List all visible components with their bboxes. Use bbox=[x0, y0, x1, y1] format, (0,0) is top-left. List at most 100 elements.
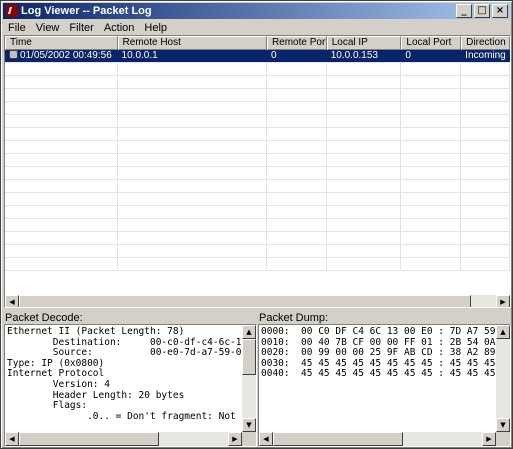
scroll-left-icon[interactable]: ◀ bbox=[5, 432, 19, 446]
column-header-remote-port[interactable]: Remote Port bbox=[266, 36, 327, 50]
empty-cell bbox=[267, 193, 327, 205]
empty-cell bbox=[5, 76, 118, 88]
scroll-thumb[interactable] bbox=[19, 295, 471, 307]
empty-cell bbox=[267, 245, 327, 257]
scroll-thumb[interactable] bbox=[19, 432, 159, 446]
scroll-up-icon[interactable]: ▲ bbox=[242, 325, 256, 339]
empty-cell bbox=[461, 63, 510, 75]
empty-cell bbox=[461, 219, 510, 231]
dump-vertical-scrollbar[interactable]: ▲ ▼ bbox=[496, 325, 510, 432]
empty-cell bbox=[327, 115, 402, 127]
empty-cell bbox=[267, 102, 327, 114]
empty-cell bbox=[327, 141, 402, 153]
scroll-left-icon[interactable]: ◀ bbox=[5, 295, 19, 307]
empty-cell bbox=[118, 258, 267, 270]
empty-cell bbox=[267, 232, 327, 244]
scroll-track[interactable] bbox=[19, 432, 228, 446]
empty-cell bbox=[118, 180, 267, 192]
empty-cell bbox=[267, 167, 327, 179]
empty-row bbox=[5, 180, 510, 193]
menu-action[interactable]: Action bbox=[99, 22, 140, 34]
scroll-right-icon[interactable]: ▶ bbox=[228, 432, 242, 446]
maximize-button[interactable]: □ bbox=[474, 4, 490, 18]
scroll-up-icon[interactable]: ▲ bbox=[496, 325, 510, 339]
column-header-direction[interactable]: Direction bbox=[461, 36, 510, 50]
empty-cell bbox=[401, 193, 462, 205]
text-line: .0.. = Don't fragment: Not se bbox=[7, 410, 242, 422]
menu-filter[interactable]: Filter bbox=[64, 22, 98, 34]
column-header-local-ip[interactable]: Local IP bbox=[326, 36, 402, 50]
packet-decode-pane[interactable]: Ethernet II (Packet Length: 78) Destinat… bbox=[4, 324, 257, 447]
empty-cell bbox=[327, 258, 402, 270]
empty-cell bbox=[5, 180, 118, 192]
scroll-thumb[interactable] bbox=[273, 432, 403, 446]
empty-cell bbox=[401, 245, 462, 257]
cell-time-text: 01/05/2002 00:49:56 bbox=[20, 50, 112, 61]
scroll-corner bbox=[242, 432, 256, 446]
empty-row bbox=[5, 115, 510, 128]
cell-remote-port: 0 bbox=[267, 50, 327, 62]
scroll-right-icon[interactable]: ▶ bbox=[496, 295, 510, 307]
text-line: Version: 4 bbox=[7, 378, 110, 390]
empty-cell bbox=[327, 206, 402, 218]
table-row[interactable]: 01/05/2002 00:49:56 10.0.0.1 0 10.0.0.15… bbox=[5, 50, 510, 63]
empty-cell bbox=[267, 115, 327, 127]
empty-cell bbox=[5, 167, 118, 179]
packet-icon bbox=[9, 50, 18, 59]
packet-dump-pane[interactable]: 0000: 00 C0 DF C4 6C 13 00 E0 : 7D A7 59… bbox=[258, 324, 511, 447]
empty-cell bbox=[267, 154, 327, 166]
list-horizontal-scrollbar[interactable]: ◀ ▶ bbox=[5, 295, 510, 307]
scroll-corner bbox=[496, 432, 510, 446]
scroll-right-icon[interactable]: ▶ bbox=[482, 432, 496, 446]
empty-row bbox=[5, 232, 510, 245]
close-button[interactable]: × bbox=[492, 4, 508, 18]
decode-vertical-scrollbar[interactable]: ▲ ▼ bbox=[242, 325, 256, 432]
empty-row bbox=[5, 258, 510, 271]
cell-direction: Incoming bbox=[461, 50, 510, 62]
menu-help[interactable]: Help bbox=[139, 22, 172, 34]
decode-horizontal-scrollbar[interactable]: ◀ ▶ bbox=[5, 432, 242, 446]
empty-cell bbox=[401, 167, 462, 179]
empty-cell bbox=[401, 219, 462, 231]
window-title: Log Viewer -- Packet Log bbox=[21, 5, 152, 17]
empty-cell bbox=[5, 154, 118, 166]
title-bar[interactable]: Log Viewer -- Packet Log _ □ × bbox=[3, 3, 510, 19]
scroll-thumb[interactable] bbox=[242, 339, 256, 375]
empty-row bbox=[5, 89, 510, 102]
empty-cell bbox=[461, 180, 510, 192]
scroll-left-icon[interactable]: ◀ bbox=[259, 432, 273, 446]
empty-cell bbox=[118, 245, 267, 257]
packet-log-list[interactable]: Time Remote Host Remote Port Local IP Lo… bbox=[4, 35, 511, 308]
empty-cell bbox=[461, 76, 510, 88]
dump-horizontal-scrollbar[interactable]: ◀ ▶ bbox=[259, 432, 496, 446]
empty-cell bbox=[461, 258, 510, 270]
empty-cell bbox=[118, 219, 267, 231]
empty-row bbox=[5, 154, 510, 167]
empty-cell bbox=[401, 76, 462, 88]
empty-cell bbox=[401, 232, 462, 244]
menu-file[interactable]: File bbox=[3, 22, 31, 34]
scroll-down-icon[interactable]: ▼ bbox=[496, 418, 510, 432]
column-header-time[interactable]: Time bbox=[5, 36, 118, 50]
empty-cell bbox=[327, 167, 402, 179]
scroll-down-icon[interactable]: ▼ bbox=[242, 418, 256, 432]
column-header-remote-host[interactable]: Remote Host bbox=[117, 36, 267, 50]
empty-row bbox=[5, 167, 510, 180]
menu-view[interactable]: View bbox=[31, 22, 65, 34]
packet-dump-label: Packet Dump: bbox=[259, 312, 329, 324]
scroll-track[interactable] bbox=[19, 295, 496, 307]
empty-row bbox=[5, 141, 510, 154]
scroll-track[interactable] bbox=[273, 432, 482, 446]
empty-cell bbox=[5, 115, 118, 127]
empty-row bbox=[5, 206, 510, 219]
empty-cell bbox=[327, 63, 402, 75]
minimize-button[interactable]: _ bbox=[456, 4, 472, 18]
empty-cell bbox=[401, 89, 462, 101]
text-line: Ethernet II (Packet Length: 78) bbox=[7, 326, 185, 337]
empty-cell bbox=[267, 141, 327, 153]
empty-cell bbox=[461, 232, 510, 244]
empty-cell bbox=[118, 232, 267, 244]
empty-cell bbox=[461, 206, 510, 218]
column-header-local-port[interactable]: Local Port bbox=[401, 36, 462, 50]
empty-cell bbox=[118, 63, 267, 75]
